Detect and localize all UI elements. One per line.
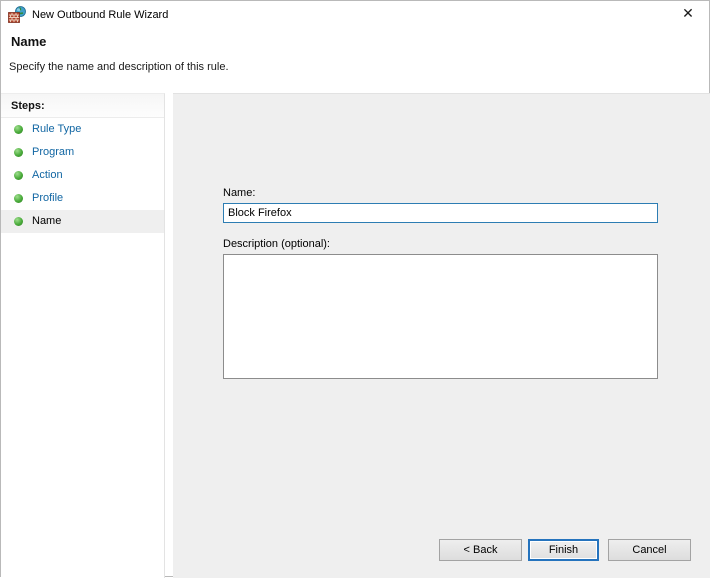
finish-button[interactable]: Finish bbox=[528, 539, 599, 561]
step-label: Name bbox=[32, 215, 62, 227]
name-field-label: Name: bbox=[223, 187, 256, 199]
wizard-content-panel: Name: Description (optional): < Back Fin… bbox=[173, 93, 710, 578]
sidebar-item-name[interactable]: Name bbox=[1, 210, 164, 233]
green-bullet-icon bbox=[14, 217, 23, 226]
firewall-wizard-icon bbox=[8, 6, 26, 23]
page-title: Name bbox=[11, 34, 47, 49]
new-outbound-rule-wizard-window: { "window": { "title": "New Outbound Rul… bbox=[0, 0, 710, 578]
steps-heading: Steps: bbox=[1, 94, 164, 118]
green-bullet-icon bbox=[14, 125, 23, 134]
green-bullet-icon bbox=[14, 148, 23, 157]
back-button[interactable]: < Back bbox=[439, 539, 522, 561]
cancel-button[interactable]: Cancel bbox=[608, 539, 691, 561]
green-bullet-icon bbox=[14, 194, 23, 203]
sidebar-item-profile[interactable]: Profile bbox=[1, 187, 164, 210]
rule-name-input[interactable] bbox=[223, 203, 658, 223]
step-label: Program bbox=[32, 146, 75, 158]
steps-sidebar: Steps: Rule Type Program Action Profile … bbox=[1, 93, 165, 578]
step-label: Action bbox=[32, 169, 63, 181]
step-label: Rule Type bbox=[32, 123, 82, 135]
title-bar: New Outbound Rule Wizard ✕ bbox=[1, 1, 709, 29]
sidebar-item-action[interactable]: Action bbox=[1, 164, 164, 187]
sidebar-item-rule-type[interactable]: Rule Type bbox=[1, 118, 164, 141]
page-subtitle: Specify the name and description of this… bbox=[9, 61, 229, 73]
sidebar-item-program[interactable]: Program bbox=[1, 141, 164, 164]
rule-description-textarea[interactable] bbox=[223, 254, 658, 379]
step-label: Profile bbox=[32, 192, 64, 204]
description-field-label: Description (optional): bbox=[223, 238, 330, 250]
green-bullet-icon bbox=[14, 171, 23, 180]
window-title: New Outbound Rule Wizard bbox=[32, 9, 169, 21]
close-icon[interactable]: ✕ bbox=[675, 4, 701, 24]
